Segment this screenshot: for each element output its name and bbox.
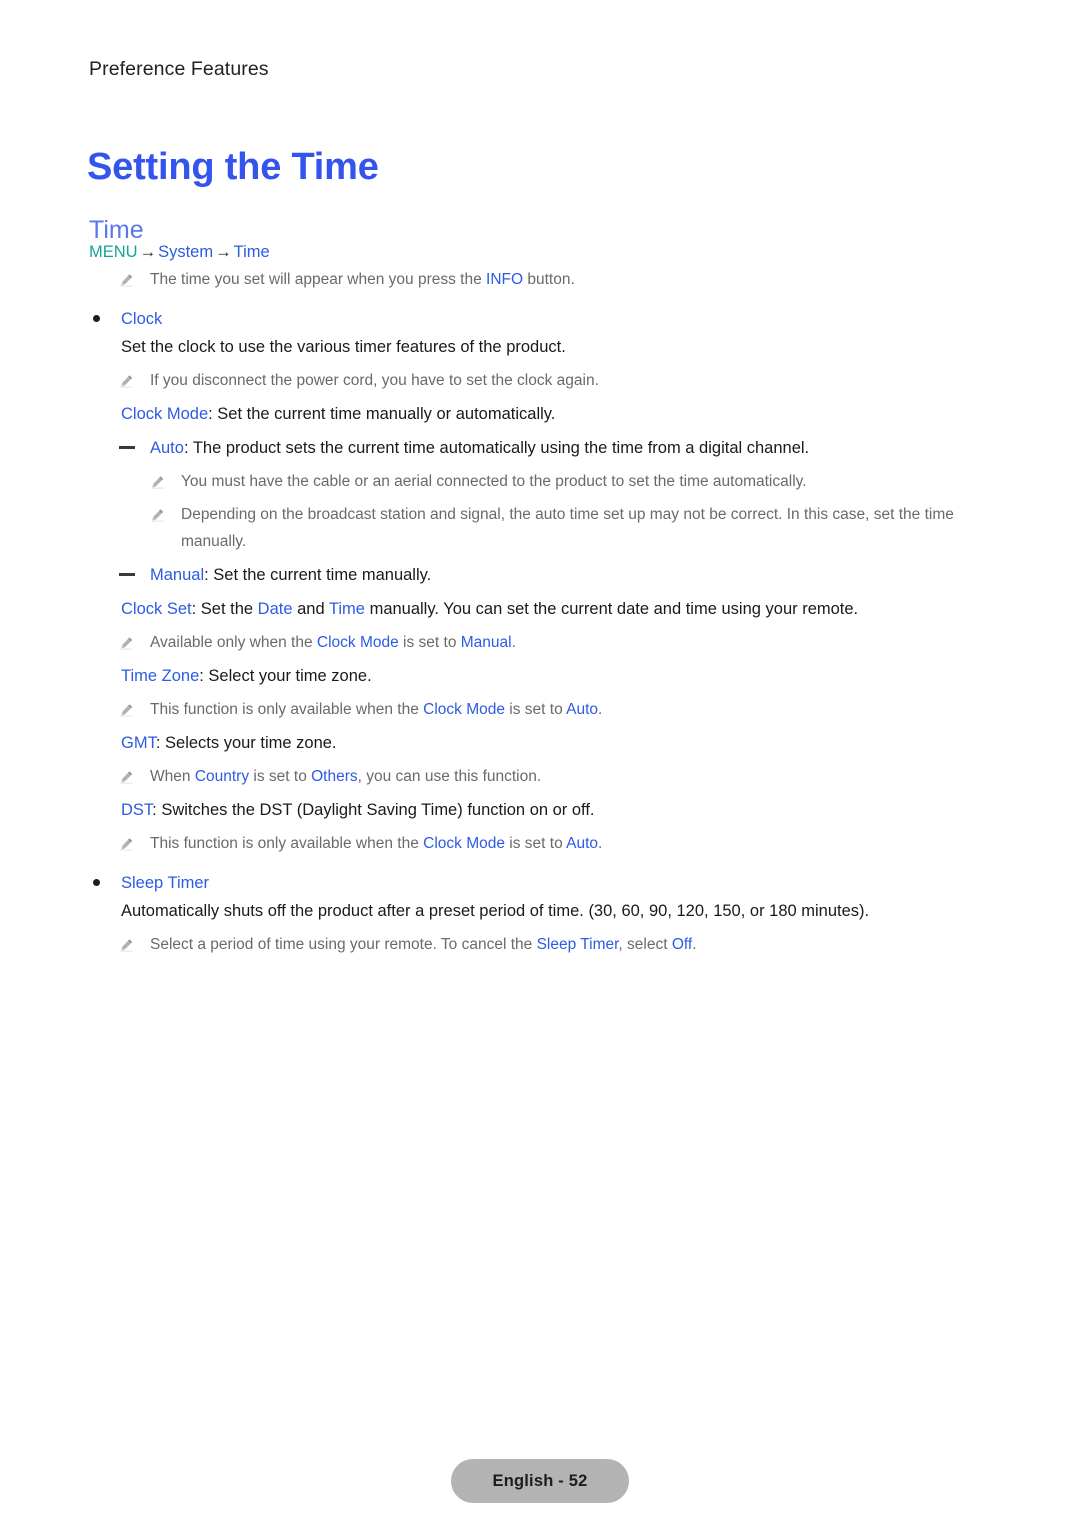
document-body: MENU → System → Time The time you set will a… [0, 238, 1080, 958]
clock-set-label: Clock Set [121, 600, 192, 618]
bullet-item-sleep-timer-label: Sleep Timer [121, 874, 210, 892]
pencil-icon [120, 770, 133, 784]
clock-set-text-1: : Set the [191, 600, 258, 618]
dash-item-manual-label: Manual [150, 566, 205, 584]
note-gmt-country-link: Country [194, 768, 250, 785]
note-dst-mode-link: Clock Mode [423, 835, 505, 852]
bullet-icon [93, 315, 100, 322]
menu-path-arrow-1: → [139, 243, 157, 261]
running-header: Preference Features [89, 58, 269, 80]
bullet-icon [93, 879, 100, 886]
pencil-icon [120, 273, 133, 287]
note-gmt-text-1: When [150, 768, 195, 785]
note-time-zone-text-3: . [598, 701, 603, 718]
note-dst-auto-link: Auto [566, 835, 599, 852]
clock-description: Set the clock to use the various timer f… [121, 338, 566, 356]
note-dst-text-2: is set to [504, 835, 567, 852]
gmt-description: : Selects your time zone. [155, 734, 337, 752]
clock-mode-description: : Set the current time manually or autom… [208, 405, 556, 423]
note-dst-availability: This function is only available when the… [0, 830, 1080, 857]
note-time-zone-auto-link: Auto [566, 701, 599, 718]
dash-item-auto-label: Auto [150, 439, 184, 457]
note-sleep-timer-text-2: , select [618, 936, 672, 953]
time-zone-label: Time Zone [121, 667, 200, 685]
note-clock-set-availability: Available only when the Clock Mode is se… [0, 629, 1080, 656]
clock-set-time-link: Time [328, 600, 365, 618]
clock-set-date-link: Date [257, 600, 293, 618]
note-gmt-text-2: is set to [249, 768, 312, 785]
menu-path-root: MENU [89, 243, 138, 261]
pencil-icon [120, 938, 133, 952]
gmt-line: GMT: Selects your time zone. [0, 729, 1080, 757]
note-sleep-timer-text-3: . [692, 936, 697, 953]
clock-mode-label: Clock Mode [121, 405, 209, 423]
dash-item-manual: Manual: Set the current time manually. [0, 561, 1080, 589]
note-time-zone-availability: This function is only available when the… [0, 696, 1080, 723]
document-page: Preference Features Setting the Time Tim… [0, 0, 1080, 1534]
note-sleep-timer-text-1: Select a period of time using your remot… [150, 936, 537, 953]
note-auto-broadcast-text: Depending on the broadcast station and s… [181, 506, 954, 550]
sleep-timer-description: Automatically shuts off the product afte… [121, 902, 870, 920]
note-gmt-others-link: Others [311, 768, 358, 785]
pencil-icon [120, 837, 133, 851]
note-clock-set-text-2: is set to [398, 634, 461, 651]
note-info-text-1: The time you set will appear when you pr… [150, 271, 487, 288]
gmt-label: GMT [121, 734, 156, 752]
page-footer-badge: English - 52 [451, 1459, 629, 1503]
note-dst-text-3: . [598, 835, 603, 852]
note-clock-powercord: If you disconnect the power cord, you ha… [0, 367, 1080, 394]
clock-set-text-3: manually. You can set the current date a… [364, 600, 859, 618]
note-info-link: INFO [486, 271, 524, 288]
pencil-icon [151, 508, 164, 522]
dash-item-auto-description: : The product sets the current time auto… [183, 439, 810, 457]
note-auto-aerial: You must have the cable or an aerial con… [0, 468, 1080, 495]
note-sleep-timer-link: Sleep Timer [536, 936, 619, 953]
note-time-zone-text-1: This function is only available when the [150, 701, 424, 718]
bullet-item-clock: Clock [0, 305, 1080, 333]
dash-icon [119, 446, 135, 449]
page-title: Setting the Time [87, 146, 379, 189]
bullet-item-sleep-timer: Sleep Timer [0, 869, 1080, 897]
note-gmt-text-3: , you can use this function. [357, 768, 542, 785]
note-auto-aerial-text: You must have the cable or an aerial con… [181, 473, 807, 490]
dst-line: DST: Switches the DST (Daylight Saving T… [0, 796, 1080, 824]
clock-set-line: Clock Set: Set the Date and Time manuall… [0, 595, 1080, 623]
note-clock-set-manual-link: Manual [460, 634, 512, 651]
dst-label: DST [121, 801, 153, 819]
dst-description: : Switches the DST (Daylight Saving Time… [152, 801, 595, 819]
menu-path-level-2: Time [233, 243, 270, 261]
pencil-icon [151, 475, 164, 489]
note-sleep-timer-cancel: Select a period of time using your remot… [0, 931, 1080, 958]
menu-path: MENU → System → Time [0, 238, 1080, 266]
note-clock-set-text-3: . [511, 634, 516, 651]
pencil-icon [120, 703, 133, 717]
note-time-zone-mode-link: Clock Mode [423, 701, 505, 718]
note-gmt-country: When Country is set to Others, you can u… [0, 763, 1080, 790]
bullet-item-clock-label: Clock [121, 310, 163, 328]
pencil-icon [120, 636, 133, 650]
note-auto-broadcast: Depending on the broadcast station and s… [0, 501, 1080, 555]
note-clock-set-text-1: Available only when the [150, 634, 317, 651]
note-clock-set-mode-link: Clock Mode [316, 634, 399, 651]
note-info-text-2: button. [523, 271, 575, 288]
menu-path-arrow-2: → [215, 243, 232, 261]
note-info: The time you set will appear when you pr… [0, 266, 1080, 293]
dash-item-manual-description: : Set the current time manually. [204, 566, 432, 584]
note-sleep-timer-off-link: Off [671, 936, 693, 953]
time-zone-line: Time Zone: Select your time zone. [0, 662, 1080, 690]
note-time-zone-text-2: is set to [504, 701, 567, 718]
dash-item-auto: Auto: The product sets the current time … [0, 434, 1080, 462]
dash-icon [119, 573, 135, 576]
note-clock-powercord-text: If you disconnect the power cord, you ha… [150, 372, 599, 389]
note-dst-text-1: This function is only available when the [150, 835, 424, 852]
menu-path-level-1: System [158, 243, 214, 261]
time-zone-description: : Select your time zone. [199, 667, 372, 685]
page-number-label: English - 52 [492, 1471, 588, 1490]
clock-mode-line: Clock Mode: Set the current time manuall… [0, 400, 1080, 428]
clock-set-text-2: and [292, 600, 329, 618]
pencil-icon [120, 374, 133, 388]
